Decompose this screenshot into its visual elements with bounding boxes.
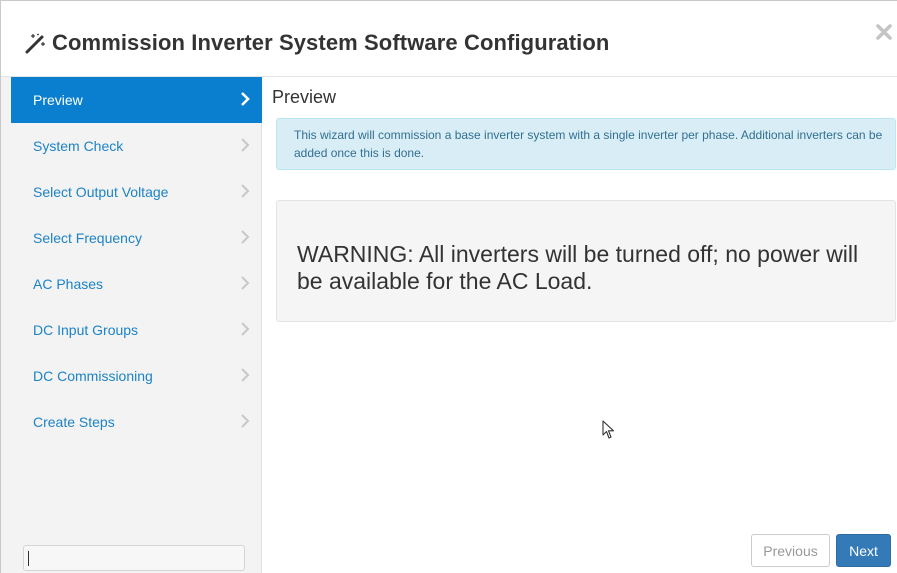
step-select-frequency[interactable]: Select Frequency — [11, 215, 262, 261]
step-label: System Check — [33, 138, 124, 154]
step-label: AC Phases — [33, 276, 104, 292]
mouse-cursor-icon — [602, 420, 615, 439]
wizard-content: Preview This wizard will commission a ba… — [262, 77, 897, 573]
step-dc-commissioning[interactable]: DC Commissioning — [11, 353, 262, 399]
step-label: Select Frequency — [33, 230, 142, 246]
step-label: Select Output Voltage — [33, 184, 169, 200]
step-dc-input-groups[interactable]: DC Input Groups — [11, 307, 262, 353]
previous-button[interactable]: Previous — [751, 534, 830, 567]
step-select-output-voltage[interactable]: Select Output Voltage — [11, 169, 262, 215]
title-wrap: Commission Inverter System Software Conf… — [24, 30, 609, 56]
next-button[interactable]: Next — [836, 534, 891, 567]
chevron-right-icon — [241, 138, 250, 152]
chevron-right-icon — [241, 368, 250, 382]
chevron-right-icon — [241, 276, 250, 290]
step-label: DC Commissioning — [33, 368, 153, 384]
chevron-right-icon — [241, 92, 250, 106]
step-preview[interactable]: Preview — [11, 77, 262, 123]
info-alert: This wizard will commission a base inver… — [276, 118, 896, 170]
wizard-steps-sidebar: Preview System Check Select Output Volta… — [1, 77, 262, 573]
modal-header: Commission Inverter System Software Conf… — [1, 1, 897, 77]
modal-title: Commission Inverter System Software Conf… — [52, 30, 610, 55]
step-label: DC Input Groups — [33, 322, 139, 338]
sidebar-text-input[interactable] — [23, 545, 245, 571]
step-label: Create Steps — [33, 414, 115, 430]
step-create-steps[interactable]: Create Steps — [11, 399, 262, 445]
chevron-right-icon — [241, 414, 250, 428]
step-label: Preview — [33, 92, 83, 108]
step-system-check[interactable]: System Check — [11, 123, 262, 169]
step-heading: Preview — [272, 87, 337, 107]
magic-wand-icon — [25, 33, 45, 54]
warning-text: WARNING: All inverters will be turned of… — [297, 241, 859, 294]
warning-well: WARNING: All inverters will be turned of… — [276, 200, 896, 322]
step-ac-phases[interactable]: AC Phases — [11, 261, 262, 307]
info-text: This wizard will commission a base inver… — [294, 128, 883, 160]
close-icon[interactable] — [873, 21, 895, 43]
chevron-right-icon — [241, 230, 250, 244]
chevron-right-icon — [241, 322, 250, 336]
commission-wizard-modal: Commission Inverter System Software Conf… — [0, 0, 897, 573]
text-caret — [28, 551, 29, 566]
chevron-right-icon — [241, 184, 250, 198]
